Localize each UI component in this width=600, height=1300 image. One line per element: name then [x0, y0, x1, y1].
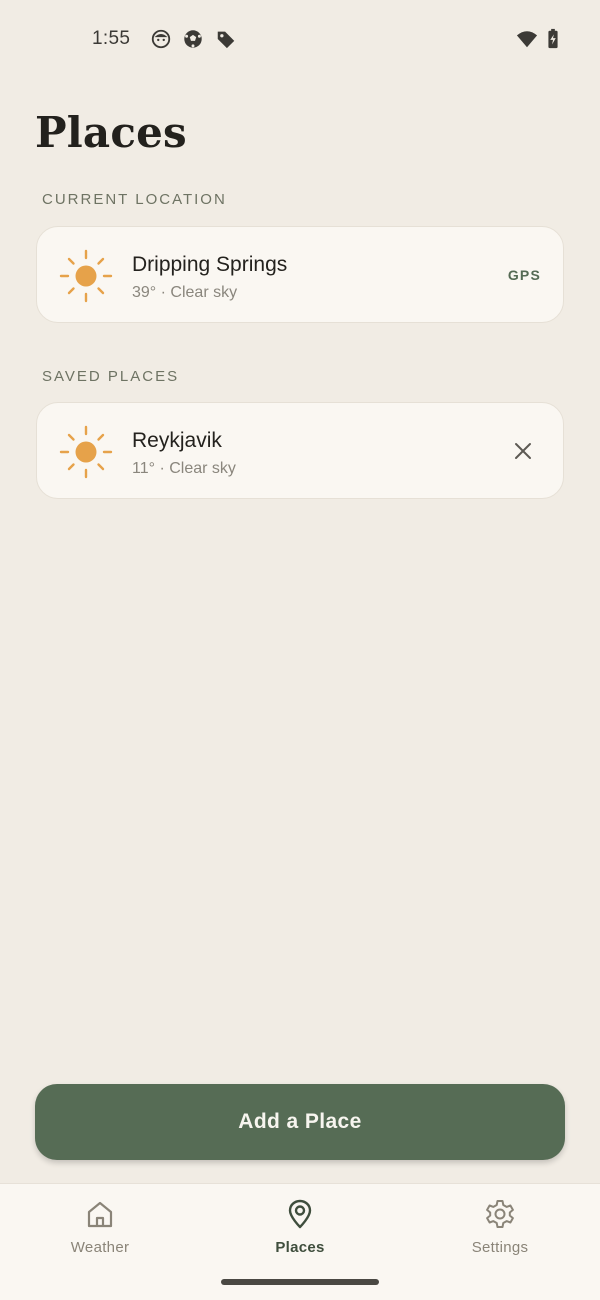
nav-item-places[interactable]: Places — [200, 1184, 400, 1274]
wifi-icon — [516, 28, 538, 50]
sun-icon — [59, 249, 113, 303]
saved-places-label: SAVED PLACES — [42, 368, 180, 385]
gear-icon — [484, 1198, 516, 1230]
status-time: 1:55 — [92, 28, 131, 49]
remove-place-button[interactable] — [513, 441, 533, 461]
places-screen: 1:55 Places CURRENT LOCATION Dripping Sp… — [0, 0, 600, 1300]
nav-label-places: Places — [275, 1239, 325, 1256]
battery-charging-icon — [542, 28, 564, 50]
saved-place-card[interactable]: Reykjavik 11° · Clear sky — [36, 402, 564, 499]
tag-icon — [215, 28, 237, 50]
place-weather-summary: 39° · Clear sky — [132, 284, 238, 301]
home-icon — [84, 1198, 116, 1230]
gesture-home-indicator[interactable] — [221, 1279, 379, 1285]
status-bar: 1:55 — [0, 0, 600, 80]
add-place-button[interactable]: Add a Place — [35, 1084, 565, 1160]
face-icon — [150, 28, 172, 50]
close-icon — [515, 443, 531, 459]
page-title: Places — [35, 108, 187, 157]
current-location-card[interactable]: Dripping Springs 39° · Clear sky GPS — [36, 226, 564, 323]
nav-item-settings[interactable]: Settings — [400, 1184, 600, 1274]
sun-icon — [59, 425, 113, 479]
place-weather-summary: 11° · Clear sky — [132, 460, 236, 477]
place-name: Dripping Springs — [132, 253, 288, 276]
nav-label-weather: Weather — [70, 1239, 130, 1256]
map-pin-icon — [284, 1198, 316, 1230]
nav-label-settings: Settings — [471, 1239, 529, 1256]
soccer-ball-icon — [182, 28, 204, 50]
current-location-label: CURRENT LOCATION — [42, 191, 227, 208]
gps-badge: GPS — [507, 267, 541, 283]
nav-item-weather[interactable]: Weather — [0, 1184, 200, 1274]
place-name: Reykjavik — [132, 429, 222, 452]
